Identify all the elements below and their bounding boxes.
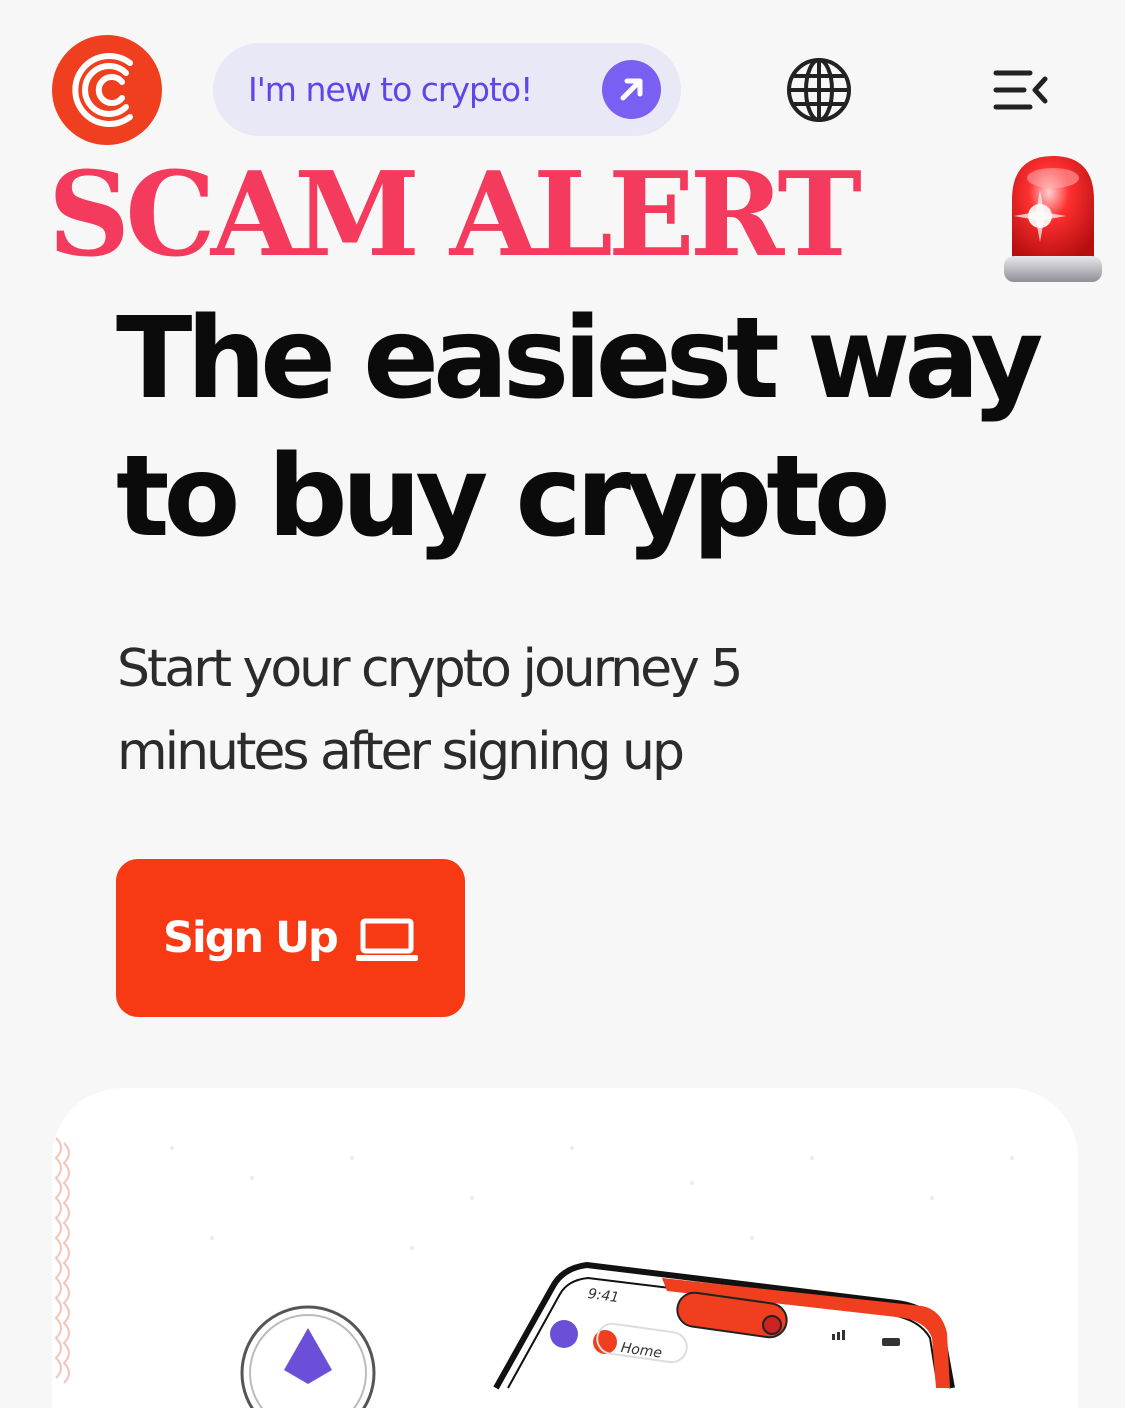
- menu-collapse-icon[interactable]: [990, 67, 1050, 113]
- brand-logo-icon[interactable]: [52, 35, 162, 145]
- phone-mockup: [493, 1261, 955, 1390]
- new-to-crypto-button[interactable]: I'm new to crypto!: [213, 43, 681, 136]
- police-siren-icon: [998, 150, 1108, 290]
- app-preview-card: 9:41 Home: [52, 1088, 1078, 1408]
- scam-alert-heading: SCAM ALERT: [48, 147, 862, 283]
- hero-title: The easiest way to buy crypto: [116, 294, 1043, 562]
- sign-up-label: Sign Up: [163, 913, 339, 963]
- laptop-icon: [355, 917, 419, 963]
- sign-up-button[interactable]: Sign Up: [116, 859, 465, 1017]
- arrow-up-right-icon: [602, 60, 661, 119]
- new-to-crypto-label: I'm new to crypto!: [248, 70, 533, 109]
- globe-icon[interactable]: [786, 57, 852, 123]
- ethereum-coin-icon: [240, 1305, 376, 1408]
- decorative-pattern: [54, 1137, 70, 1384]
- hero-subtitle: Start your crypto journey 5 minutes afte…: [117, 639, 744, 782]
